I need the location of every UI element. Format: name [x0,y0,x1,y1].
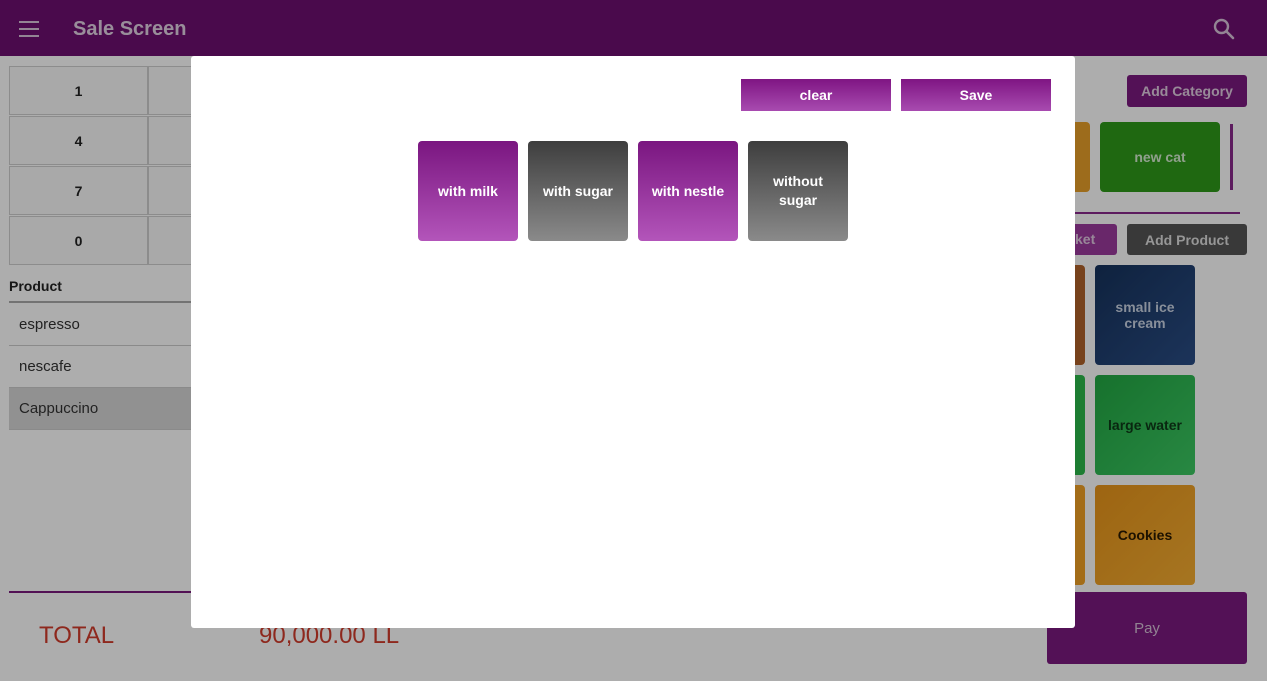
option-with-nestle[interactable]: with nestle [638,141,738,241]
option-with-milk[interactable]: with milk [418,141,518,241]
option-without-sugar[interactable]: without sugar [748,141,848,241]
save-button[interactable]: Save [901,79,1051,111]
option-with-sugar[interactable]: with sugar [528,141,628,241]
options-dialog: clear Save with milk with sugar with nes… [191,56,1075,628]
clear-button[interactable]: clear [741,79,891,111]
